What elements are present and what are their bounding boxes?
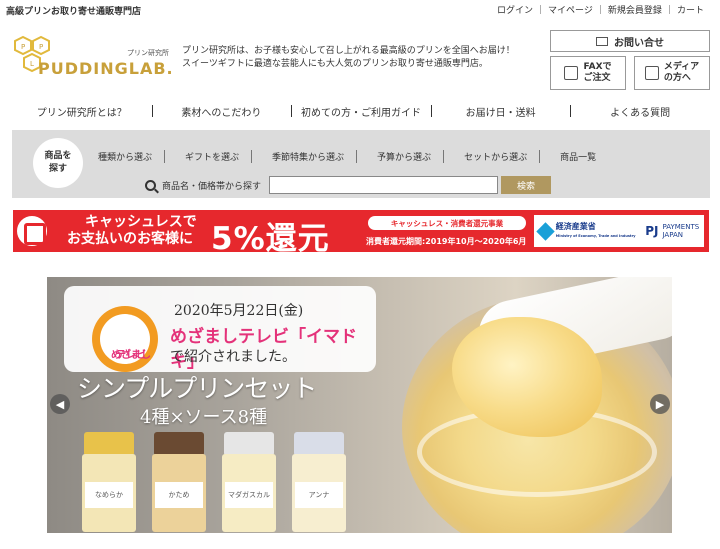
fax-label-line: ご注文 (583, 73, 611, 83)
fax-order-button[interactable]: FAXで ご注文 (550, 56, 626, 90)
login-link[interactable]: ログイン (491, 3, 539, 16)
cashless-period: 消費者還元期間:2019年10月〜2020年6月 (366, 237, 527, 246)
svg-text:P: P (21, 43, 25, 51)
bottle-label: なめらか (85, 482, 133, 508)
category-budget[interactable]: 予算から選ぶ (356, 150, 443, 163)
hero-banner[interactable]: めざまし テレビ 2020年5月22日(金) めざましテレビ「イマドキ」 で紹介… (47, 277, 672, 533)
svg-text:L: L (30, 60, 34, 68)
fax-label: FAXで ご注文 (583, 62, 611, 84)
search-row: 商品名・価格帯から探す 検索 (145, 176, 552, 194)
search-category-nav: 種類から選ぶ ギフトを選ぶ 季節特集から選ぶ 予算から選ぶ セットから選ぶ 商品… (92, 150, 608, 163)
meti-text: 経済産業省 Ministry of Economy, Trade and Ind… (555, 221, 636, 240)
pj-text: PAYMENTS JAPAN (662, 223, 699, 239)
meti-logo: 経済産業省 Ministry of Economy, Trade and Ind… (536, 221, 636, 241)
cashless-line: お支払いのお客様に (67, 231, 193, 247)
bottle-label: かため (155, 482, 203, 508)
envelope-icon (596, 36, 608, 46)
site-tagline: 高級プリンお取り寄せ通販専門店 (6, 7, 142, 17)
bottle-label: マダガスカル (225, 482, 273, 508)
media-label: メディア の方へ (664, 62, 699, 84)
media-label-line: メディア (663, 62, 700, 72)
nav-about[interactable]: プリン研究所とは？ (12, 104, 152, 119)
bottle-lid (84, 432, 134, 456)
logo-line: テレビ (116, 350, 146, 361)
bottle-lid (224, 432, 274, 456)
fax-icon (564, 66, 579, 80)
cart-link[interactable]: カート (671, 3, 710, 16)
category-set[interactable]: セットから選ぶ (443, 150, 539, 163)
cashless-text: キャッシュレスで お支払いのお客様に (67, 214, 197, 248)
pj-line: PAYMENTS (662, 223, 700, 231)
bottle-lid (294, 432, 344, 456)
media-button[interactable]: メディア の方へ (634, 56, 710, 90)
category-all[interactable]: 商品一覧 (539, 150, 608, 163)
bottle-label: アンナ (295, 482, 343, 508)
logo-subtitle: プリン研究所 (127, 49, 169, 57)
payments-japan-logo: PJ PAYMENTS JAPAN (645, 223, 699, 239)
search-badge: 商品を 探す (33, 138, 83, 188)
category-gift[interactable]: ギフトを選ぶ (164, 150, 251, 163)
product-search-panel: 商品を 探す 種類から選ぶ ギフトを選ぶ 季節特集から選ぶ 予算から選ぶ セット… (12, 130, 710, 198)
top-bar: 高級プリンお取り寄せ通販専門店 ログイン | マイページ | 新規会員登録 | … (0, 0, 720, 18)
top-nav: ログイン | マイページ | 新規会員登録 | カート (491, 3, 710, 17)
document-icon (644, 66, 659, 80)
cashless-banner[interactable]: キャッシュレスで お支払いのお客様に 5%還元 キャッシュレス・消費者還元事業 … (13, 210, 709, 257)
intro-line: プリン研究所は、お子様も安心して召し上がれる最高級のプリンを全国へお届け！ (182, 46, 515, 56)
pj-mark-icon: PJ (645, 224, 659, 238)
fax-label-line: FAXで (583, 62, 612, 72)
search-icon (145, 179, 156, 191)
hero-subtitle: 4種×ソース8種 (140, 407, 268, 428)
category-type[interactable]: 種類から選ぶ (92, 150, 164, 163)
slider-prev-arrow-icon[interactable]: ◀ (50, 394, 70, 414)
mypage-link[interactable]: マイページ (542, 3, 599, 16)
hero-title: シンプルプリンセット (77, 374, 317, 403)
register-link[interactable]: 新規会員登録 (602, 3, 668, 16)
contact-button[interactable]: お問い合せ (550, 30, 710, 52)
page: 高級プリンお取り寄せ通販専門店 ログイン | マイページ | 新規会員登録 | … (0, 0, 720, 549)
contact-label: お問い合せ (614, 37, 664, 49)
sponsor-logos: 経済産業省 Ministry of Economy, Trade and Ind… (534, 215, 704, 247)
site-intro: プリン研究所は、お子様も安心して召し上がれる最高級のプリンを全国へお届け！ スイ… (182, 45, 522, 71)
nav-faq[interactable]: よくある質問 (570, 104, 710, 119)
svg-text:P: P (39, 43, 43, 51)
bottle: マダガスカル (220, 432, 278, 532)
badge-text: 商品を 探す (44, 150, 71, 176)
intro-line: スイーツギフトに最適な芸能人にも大人気のプリンお取り寄せ通販専門店。 (182, 59, 488, 69)
cashless-check-icon (17, 216, 47, 246)
meti-mark-icon (536, 221, 555, 241)
feature-caption: で紹介されました。 (170, 349, 296, 365)
logo-wordmark: PUDDINGLAB. (38, 59, 174, 78)
mezamashi-logo-text: めざまし テレビ (98, 328, 152, 361)
category-season[interactable]: 季節特集から選ぶ (251, 150, 356, 163)
tv-feature-card: めざまし テレビ 2020年5月22日(金) めざましテレビ「イマドキ」 で紹介… (64, 286, 376, 372)
cashless-program-pill: キャッシュレス・消費者還元事業 (368, 216, 526, 230)
bottle-lid (154, 432, 204, 456)
bottle: かため (150, 432, 208, 532)
product-bottles: なめらか かため マダガスカル アンナ (80, 432, 370, 532)
meti-english: Ministry of Economy, Trade and Industry (555, 233, 636, 238)
slider-next-arrow-icon[interactable]: ▶ (650, 394, 670, 414)
cashless-line: キャッシュレスで (85, 214, 197, 230)
site-logo[interactable]: P P L プリン研究所 PUDDINGLAB. (12, 35, 174, 79)
badge-line: 探す (48, 164, 67, 174)
cashless-percent: 5%還元 (211, 221, 330, 257)
meti-name: 経済産業省 (555, 221, 596, 231)
nav-ingredients[interactable]: 素材へのこだわり (151, 104, 292, 119)
search-label: 商品名・価格帯から探す (162, 181, 262, 192)
nav-guide[interactable]: 初めての方・ご利用ガイド (291, 104, 431, 119)
search-input[interactable] (269, 176, 499, 194)
search-button[interactable]: 検索 (501, 176, 552, 194)
bottle: なめらか (80, 432, 138, 532)
media-label-line: の方へ (663, 73, 691, 83)
main-nav: プリン研究所とは？ 素材へのこだわり 初めての方・ご利用ガイド お届け日・送料 … (12, 100, 710, 122)
pj-line: JAPAN (662, 231, 683, 239)
badge-line: 商品を (44, 151, 72, 161)
feature-date: 2020年5月22日(金) (174, 303, 304, 319)
bottle: アンナ (290, 432, 348, 532)
nav-delivery[interactable]: お届け日・送料 (430, 104, 571, 119)
mezamashi-tv-logo: めざまし テレビ (92, 306, 158, 372)
